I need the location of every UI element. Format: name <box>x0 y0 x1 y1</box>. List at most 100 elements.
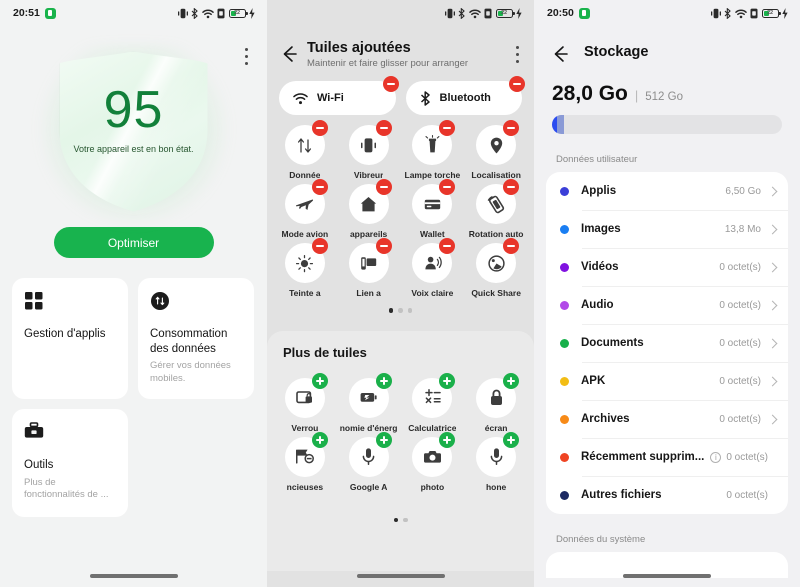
remove-tile-badge[interactable] <box>503 238 520 254</box>
tile-verrou[interactable]: Verrou <box>273 372 337 433</box>
card-outils[interactable]: Outils Plus de fonctionnalités de ... <box>12 409 128 518</box>
tile-icon-wrap[interactable] <box>284 238 328 283</box>
tile-pill-bluetooth[interactable]: Bluetooth <box>405 76 525 115</box>
remove-tile-badge[interactable] <box>509 76 525 92</box>
tile-voix-claire[interactable]: Voix claire <box>401 238 465 298</box>
remove-tile-badge[interactable] <box>311 179 328 195</box>
tile-icon-wrap[interactable] <box>284 179 328 224</box>
tile-icon-wrap[interactable] <box>348 120 392 165</box>
remove-tile-badge[interactable] <box>375 120 392 136</box>
back-arrow-icon[interactable] <box>550 44 570 64</box>
pagination-dot[interactable] <box>403 517 408 522</box>
pagination-dot[interactable] <box>393 517 398 522</box>
tile-icon-wrap[interactable] <box>476 120 520 165</box>
remove-tile-badge[interactable] <box>503 179 520 195</box>
tile-photo[interactable]: photo <box>401 431 465 492</box>
add-tile-badge[interactable] <box>311 431 328 448</box>
tile-icon-wrap[interactable] <box>476 179 520 224</box>
tile-icon-wrap[interactable] <box>476 238 520 283</box>
tile-icon-wrap[interactable] <box>284 120 328 165</box>
tile-icon-wrap[interactable] <box>476 372 520 418</box>
more-tiles-pagination[interactable] <box>267 492 534 535</box>
health-score: 95 <box>103 80 164 139</box>
pagination-dot[interactable] <box>407 308 413 313</box>
overflow-menu-button[interactable] <box>516 46 520 66</box>
tile-icon-wrap[interactable] <box>412 372 456 418</box>
storage-category-value: 0 octet(s) <box>719 261 761 273</box>
recording-indicator-icon <box>44 7 56 19</box>
tile-teinte-a[interactable]: Teinte a <box>273 238 337 298</box>
remove-tile-badge[interactable] <box>503 120 520 136</box>
tile-icon-wrap[interactable] <box>284 431 328 477</box>
add-tile-badge[interactable] <box>439 431 456 448</box>
tile-localisation[interactable]: Localisation <box>464 120 528 180</box>
storage-row[interactable]: APK 0 octet(s) <box>546 362 788 400</box>
tile-cran[interactable]: écran <box>464 372 528 433</box>
add-tile-badge[interactable] <box>375 431 392 448</box>
add-tile-badge[interactable] <box>503 372 520 389</box>
microphone-icon <box>490 448 502 465</box>
tile-hone[interactable]: hone <box>464 431 528 492</box>
add-tile-badge[interactable] <box>503 431 520 448</box>
tile-ncieuses[interactable]: ncieuses <box>273 431 337 492</box>
card-gestion-applis[interactable]: Gestion d'applis <box>12 278 128 400</box>
storage-row[interactable]: Audio 0 octet(s) <box>546 286 788 324</box>
storage-usage-summary: 28,0 Go | 512 Go <box>534 64 800 106</box>
added-tiles-pagination[interactable] <box>267 298 534 325</box>
storage-row[interactable]: Archives 0 octet(s) <box>546 400 788 438</box>
add-tile-badge[interactable] <box>375 372 392 389</box>
storage-row[interactable]: Applis 6,50 Go <box>546 172 788 210</box>
tile-google-a[interactable]: Google A <box>337 431 401 492</box>
tile-icon-wrap[interactable] <box>348 372 392 418</box>
storage-row[interactable]: Documents 0 octet(s) <box>546 324 788 362</box>
status-bar-right-group: 22 <box>177 7 256 19</box>
remove-tile-badge[interactable] <box>439 120 456 136</box>
tile-donn-e[interactable]: Donnée <box>273 120 337 180</box>
tile-icon-wrap[interactable] <box>412 120 456 165</box>
tile-icon-wrap[interactable] <box>348 238 392 283</box>
tile-appareils[interactable]: appareils <box>337 179 401 239</box>
tile-icon-wrap[interactable] <box>348 179 392 224</box>
tile-mode-avion[interactable]: Mode avion <box>273 179 337 239</box>
add-tile-badge[interactable] <box>311 372 328 389</box>
remove-tile-badge[interactable] <box>375 179 392 195</box>
tile-wallet[interactable]: Wallet <box>401 179 465 239</box>
tile-icon-wrap[interactable] <box>476 431 520 477</box>
add-tile-badge[interactable] <box>439 372 456 389</box>
tile-icon-wrap[interactable] <box>284 372 328 418</box>
home-indicator[interactable] <box>623 574 711 578</box>
tile-pill-wifi[interactable]: Wi-Fi <box>279 76 399 115</box>
tile-quick-share[interactable]: Quick Share <box>464 238 528 298</box>
category-color-dot <box>560 414 569 424</box>
tile-icon-wrap[interactable] <box>348 431 392 477</box>
tile-calculatrice[interactable]: Calculatrice <box>401 372 465 433</box>
remove-tile-badge[interactable] <box>375 238 392 254</box>
remove-tile-badge[interactable] <box>439 179 456 195</box>
pagination-dot[interactable] <box>398 308 403 313</box>
tile-vibreur[interactable]: Vibreur <box>337 120 401 180</box>
storage-row[interactable]: Autres fichiers 0 octet(s) <box>546 476 788 514</box>
tile-icon-wrap[interactable] <box>412 238 456 283</box>
storage-row[interactable]: Vidéos 0 octet(s) <box>546 248 788 286</box>
tile-lampe-torche[interactable]: Lampe torche <box>401 120 465 180</box>
storage-row[interactable]: Images 13,8 Mo <box>546 210 788 248</box>
tile-nomie-d-nerg[interactable]: nomie d'énerg <box>337 372 401 433</box>
link-to-windows-icon <box>361 256 377 270</box>
storage-row[interactable]: Récemment supprim... i 0 octet(s) <box>546 438 788 476</box>
page-title: Tuiles ajoutées <box>307 40 411 56</box>
tile-rotation-auto[interactable]: Rotation auto <box>464 179 528 239</box>
remove-tile-badge[interactable] <box>382 76 399 92</box>
tile-icon-wrap[interactable] <box>412 431 456 477</box>
remove-tile-badge[interactable] <box>311 120 328 136</box>
back-arrow-icon[interactable] <box>279 44 299 64</box>
home-indicator[interactable] <box>89 574 178 578</box>
card-consommation-donnees[interactable]: Consommation des données Gérer vos donné… <box>138 278 254 400</box>
remove-tile-badge[interactable] <box>311 238 328 254</box>
remove-tile-badge[interactable] <box>439 238 456 254</box>
tile-lien-a[interactable]: Lien a <box>337 238 401 298</box>
tile-icon-wrap[interactable] <box>412 179 456 224</box>
info-icon[interactable]: i <box>710 451 722 463</box>
optimize-button[interactable]: Optimiser <box>53 227 214 258</box>
home-indicator[interactable] <box>356 574 445 578</box>
pagination-dot[interactable] <box>388 308 394 313</box>
